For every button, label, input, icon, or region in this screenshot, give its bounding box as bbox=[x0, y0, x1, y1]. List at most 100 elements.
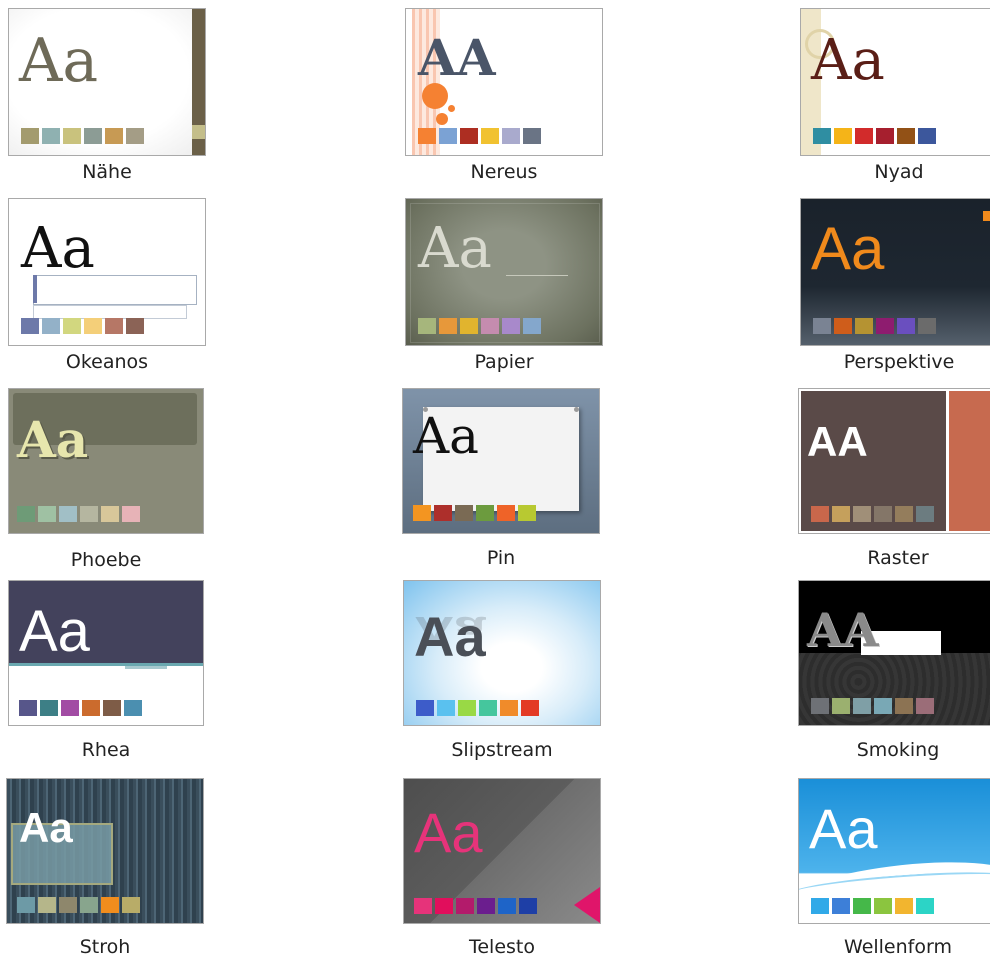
color-swatch bbox=[855, 318, 873, 334]
color-swatch bbox=[42, 128, 60, 144]
color-swatch bbox=[477, 898, 495, 914]
theme-thumbnail[interactable]: Aa bbox=[800, 198, 990, 346]
side-bar-accent bbox=[192, 125, 205, 139]
color-swatches bbox=[811, 698, 934, 714]
color-swatch bbox=[17, 506, 35, 522]
theme-thumbnail[interactable]: Aa bbox=[403, 778, 601, 924]
color-swatch bbox=[521, 700, 539, 716]
color-swatches bbox=[813, 128, 936, 144]
font-sample: Aa bbox=[414, 801, 483, 864]
color-swatch bbox=[40, 700, 58, 716]
theme-thumbnail[interactable]: Aa bbox=[6, 778, 204, 924]
font-sample: Aa bbox=[413, 407, 479, 465]
color-swatch bbox=[497, 505, 515, 521]
theme-thumbnail[interactable]: Aa bbox=[402, 388, 600, 534]
color-swatch bbox=[916, 698, 934, 714]
color-swatch bbox=[897, 128, 915, 144]
color-swatch bbox=[897, 318, 915, 334]
font-sample: Aa bbox=[21, 216, 95, 281]
color-swatches bbox=[19, 700, 142, 716]
theme-thumbnail[interactable]: AA bbox=[405, 8, 603, 156]
color-swatch bbox=[59, 897, 77, 913]
color-swatches bbox=[418, 128, 541, 144]
color-swatch bbox=[122, 897, 140, 913]
color-swatch bbox=[435, 898, 453, 914]
theme-thumbnail[interactable]: Aa Aa bbox=[403, 580, 601, 726]
color-swatches bbox=[416, 700, 539, 716]
font-sample: Aa bbox=[811, 28, 885, 93]
theme-name: Raster bbox=[867, 547, 929, 569]
subtitle-box bbox=[33, 305, 187, 319]
theme-thumbnail[interactable]: AA bbox=[798, 580, 990, 726]
color-swatch bbox=[458, 700, 476, 716]
font-sample: Aa bbox=[19, 26, 99, 96]
color-swatch bbox=[105, 318, 123, 334]
color-swatch bbox=[414, 898, 432, 914]
theme-name: Nyad bbox=[874, 161, 924, 183]
theme-thumbnail[interactable]: AA bbox=[798, 388, 990, 534]
font-reflection: Aa bbox=[414, 609, 486, 648]
theme-name: Papier bbox=[474, 351, 534, 373]
color-swatch bbox=[811, 506, 829, 522]
color-swatches bbox=[418, 318, 541, 334]
theme-name: Okeanos bbox=[65, 351, 149, 373]
theme-thumbnail[interactable]: Aa bbox=[8, 8, 206, 156]
color-swatch bbox=[19, 700, 37, 716]
color-swatch bbox=[832, 698, 850, 714]
theme-thumbnail[interactable]: Aa bbox=[800, 8, 990, 156]
theme-thumbnail[interactable]: Aa bbox=[8, 388, 204, 534]
theme-thumbnail[interactable]: Aa bbox=[8, 198, 206, 346]
color-swatch bbox=[502, 318, 520, 334]
color-swatch bbox=[122, 506, 140, 522]
theme-thumbnail[interactable]: Aa bbox=[405, 198, 603, 346]
color-swatch bbox=[17, 897, 35, 913]
color-swatch bbox=[874, 698, 892, 714]
color-swatch bbox=[63, 318, 81, 334]
color-swatch bbox=[813, 128, 831, 144]
color-swatch bbox=[101, 506, 119, 522]
font-sample: Aa bbox=[811, 215, 885, 282]
color-swatch bbox=[481, 128, 499, 144]
color-swatches bbox=[811, 506, 934, 522]
font-sample: AA bbox=[418, 28, 496, 87]
color-swatch bbox=[479, 700, 497, 716]
color-swatch bbox=[82, 700, 100, 716]
color-swatch bbox=[439, 318, 457, 334]
corner-accent bbox=[983, 211, 990, 221]
title-rule bbox=[506, 275, 568, 276]
color-swatch bbox=[502, 128, 520, 144]
color-swatch bbox=[813, 318, 831, 334]
color-swatch bbox=[21, 318, 39, 334]
font-sample: AA bbox=[807, 603, 879, 657]
color-swatch bbox=[834, 128, 852, 144]
color-swatch bbox=[416, 700, 434, 716]
color-swatch bbox=[895, 898, 913, 914]
color-swatches bbox=[813, 318, 936, 334]
color-swatch bbox=[853, 698, 871, 714]
color-swatch bbox=[876, 128, 894, 144]
color-swatch bbox=[63, 128, 81, 144]
color-swatch bbox=[59, 506, 77, 522]
color-swatch bbox=[439, 128, 457, 144]
color-swatch bbox=[460, 318, 478, 334]
theme-thumbnail[interactable]: Aa bbox=[798, 778, 990, 924]
theme-name: Nähe bbox=[82, 161, 132, 183]
circle-small bbox=[448, 105, 455, 112]
color-swatch bbox=[418, 128, 436, 144]
font-sample: Aa bbox=[17, 410, 89, 469]
color-swatch bbox=[834, 318, 852, 334]
color-swatch bbox=[918, 318, 936, 334]
color-swatches bbox=[811, 898, 934, 914]
color-swatch bbox=[895, 698, 913, 714]
color-swatch bbox=[518, 505, 536, 521]
color-swatch bbox=[38, 506, 56, 522]
theme-name: Telesto bbox=[468, 936, 535, 958]
color-swatch bbox=[874, 506, 892, 522]
theme-thumbnail[interactable]: Aa bbox=[8, 580, 204, 726]
color-swatches bbox=[21, 128, 144, 144]
font-sample: AA bbox=[807, 418, 868, 465]
color-swatches bbox=[413, 505, 536, 521]
color-swatch bbox=[832, 506, 850, 522]
color-swatch bbox=[413, 505, 431, 521]
color-swatches bbox=[17, 897, 140, 913]
